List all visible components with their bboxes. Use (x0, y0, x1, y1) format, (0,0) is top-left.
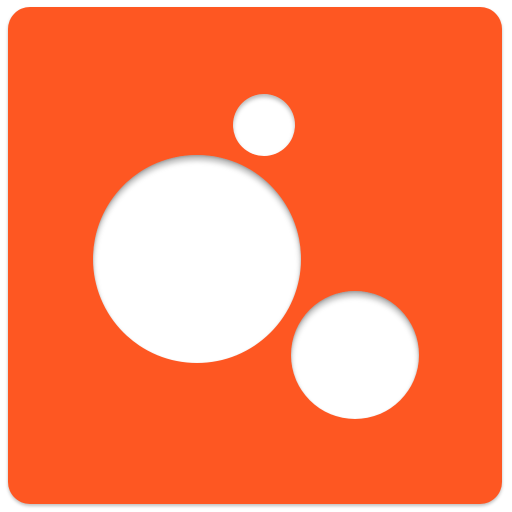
small-circle-icon (233, 94, 295, 156)
large-circle-icon (93, 155, 301, 363)
canvas (0, 0, 512, 512)
app-logo-icon[interactable] (8, 7, 502, 504)
medium-circle-icon (291, 291, 419, 419)
